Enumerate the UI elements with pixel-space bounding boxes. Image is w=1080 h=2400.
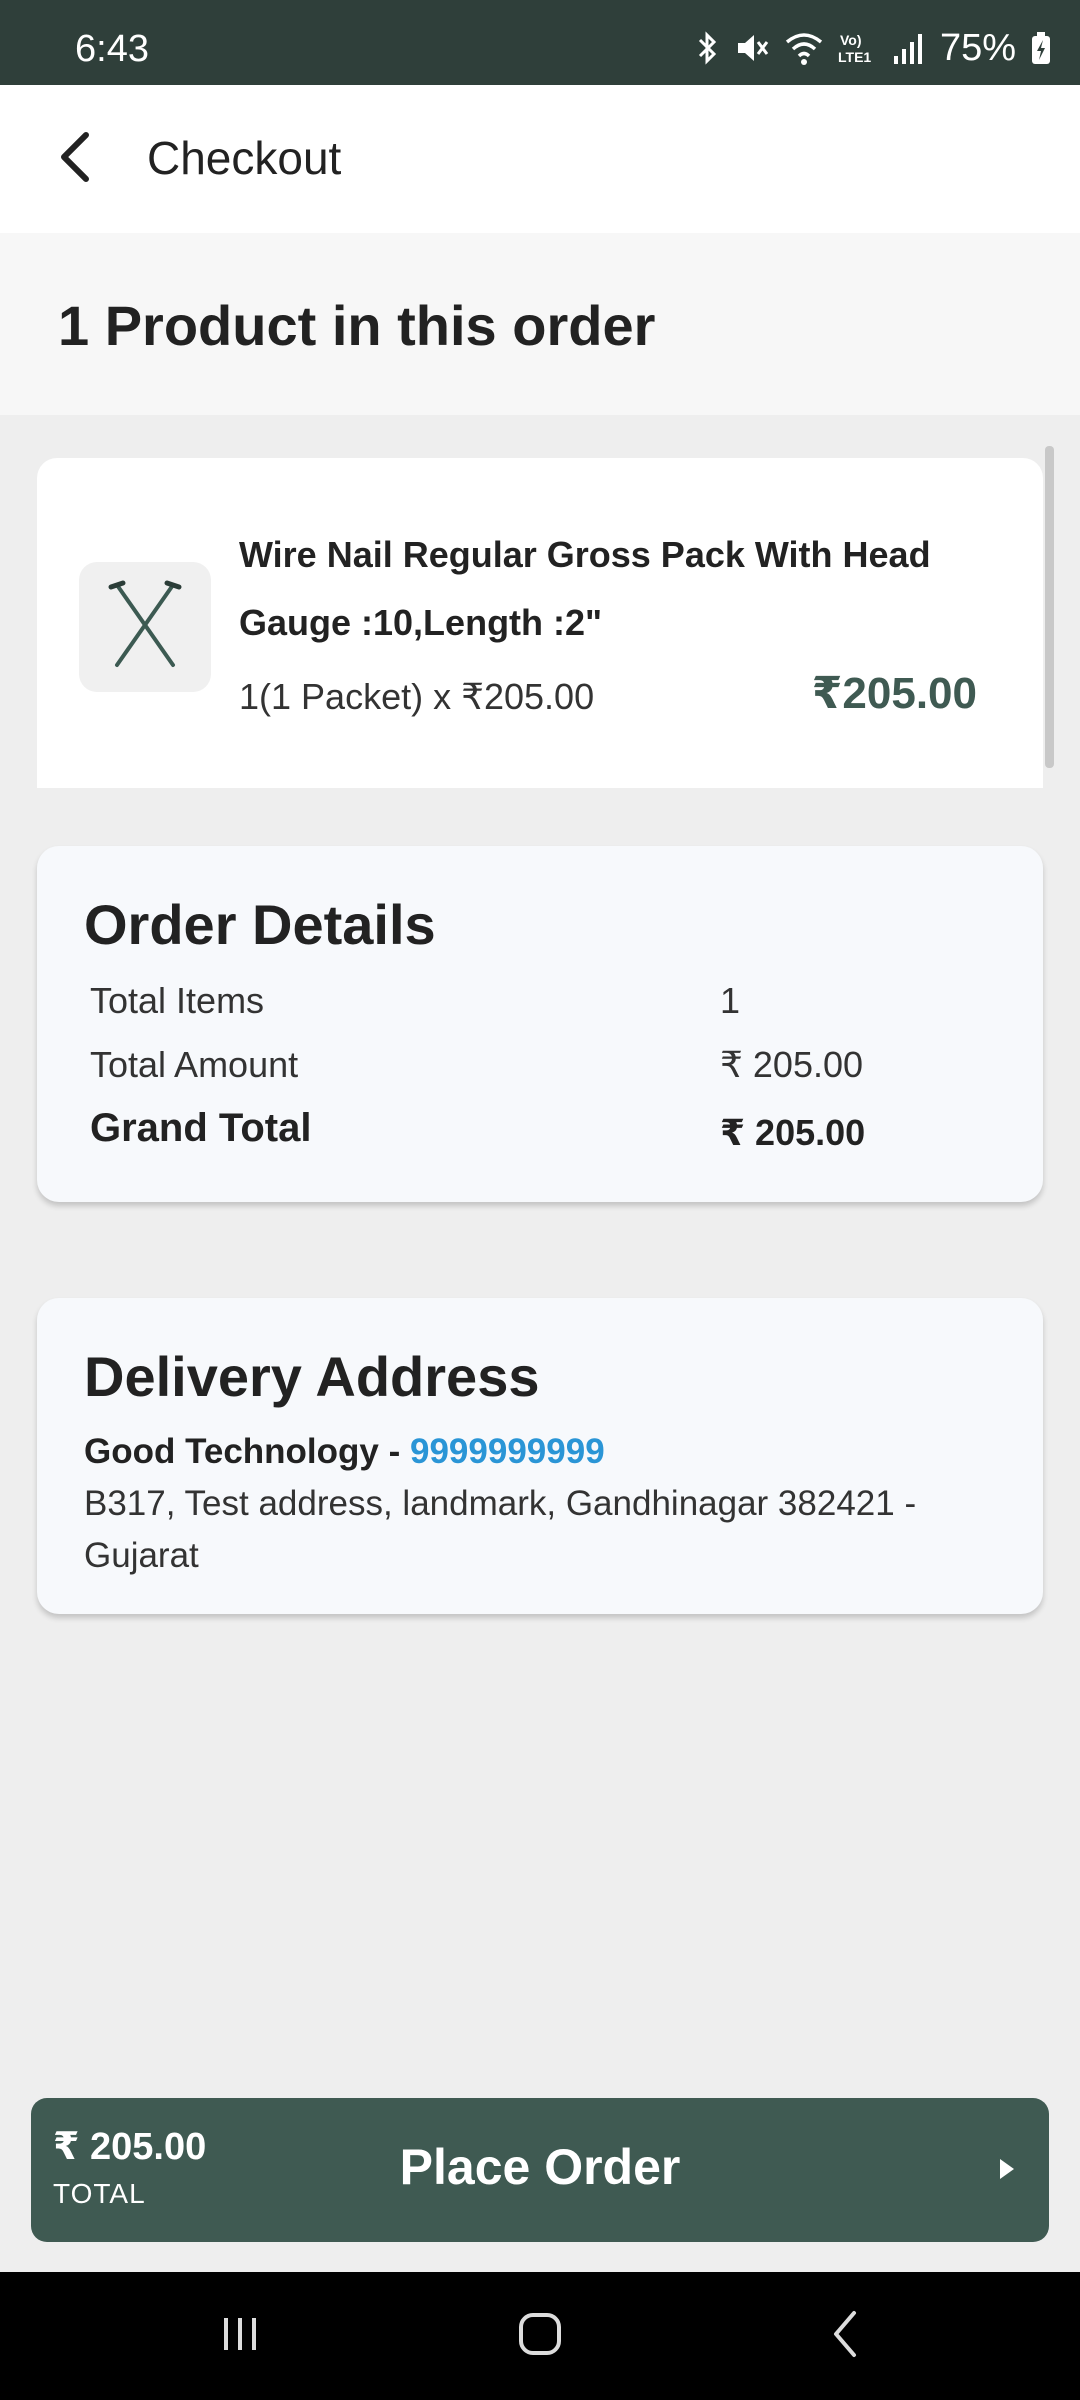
- nav-back-button[interactable]: [806, 2296, 886, 2376]
- product-name: Wire Nail Regular Gross Pack With Head: [239, 534, 931, 575]
- product-quantity: 1(1 Packet) x ₹205.00: [239, 676, 595, 717]
- status-icons: Vo) LTE1 75%: [696, 26, 1052, 69]
- place-order-button[interactable]: ₹ 205.00 TOTAL Place Order: [31, 2098, 1049, 2242]
- delivery-address-title: Delivery Address: [84, 1345, 540, 1408]
- detail-value: 1: [720, 980, 741, 1021]
- chevron-left-icon: [56, 129, 96, 190]
- back-button[interactable]: [40, 123, 112, 195]
- address-text: B317, Test address, landmark, Gandhinaga…: [84, 1484, 917, 1575]
- checkout-screen: 6:43 Vo) LTE1 75% Checkout 1 Product in …: [0, 0, 1080, 2400]
- product-price: ₹205.00: [811, 669, 977, 718]
- recents-button[interactable]: [200, 2296, 280, 2376]
- address-phone[interactable]: 9999999999: [410, 1432, 605, 1471]
- wifi-icon: [784, 30, 824, 66]
- system-nav-bar: [0, 2272, 1080, 2400]
- detail-value: ₹ 205.00: [720, 1112, 866, 1153]
- order-count-heading: 1 Product in this order: [58, 294, 656, 357]
- bluetooth-icon: [696, 30, 720, 66]
- battery-charging-icon: [1030, 30, 1052, 66]
- product-image: [79, 562, 211, 692]
- mute-icon: [734, 30, 770, 66]
- address-contact: Good Technology - 9999999999: [84, 1432, 605, 1472]
- place-order-label: Place Order: [399, 2139, 681, 2195]
- lte-icon: Vo) LTE1: [838, 30, 878, 66]
- app-bar: Checkout: [0, 85, 1080, 233]
- order-heading: 1 Product in this order: [0, 233, 1080, 415]
- address-name: Good Technology -: [84, 1432, 410, 1471]
- detail-label: Grand Total: [90, 1106, 312, 1150]
- detail-label: Total Items: [90, 980, 265, 1021]
- battery-percent: 75%: [939, 26, 1016, 69]
- status-time: 6:43: [75, 28, 149, 70]
- detail-value: ₹ 205.00: [720, 1044, 864, 1085]
- page-title: Checkout: [147, 132, 342, 184]
- product-variant: Gauge :10,Length :2": [239, 602, 603, 643]
- chevron-left-icon: [828, 2309, 864, 2364]
- play-arrow-icon: [991, 2154, 1021, 2184]
- detail-label: Total Amount: [90, 1044, 299, 1085]
- delivery-address-card[interactable]: Delivery Address Good Technology - 99999…: [37, 1298, 1043, 1614]
- recents-icon: [218, 2312, 262, 2361]
- home-icon: [515, 2309, 565, 2364]
- svg-text:LTE1: LTE1: [838, 49, 871, 65]
- scrollbar[interactable]: [1045, 446, 1054, 768]
- svg-text:Vo): Vo): [840, 32, 862, 48]
- order-details-card: Order Details Total Items 1 Total Amount…: [37, 846, 1043, 1202]
- product-card[interactable]: Wire Nail Regular Gross Pack With Head G…: [37, 458, 1043, 788]
- status-bar: 6:43 Vo) LTE1 75%: [0, 0, 1080, 85]
- wire-nail-icon: [97, 577, 193, 678]
- signal-icon: [892, 30, 922, 66]
- home-button[interactable]: [500, 2296, 580, 2376]
- order-details-title: Order Details: [84, 893, 436, 956]
